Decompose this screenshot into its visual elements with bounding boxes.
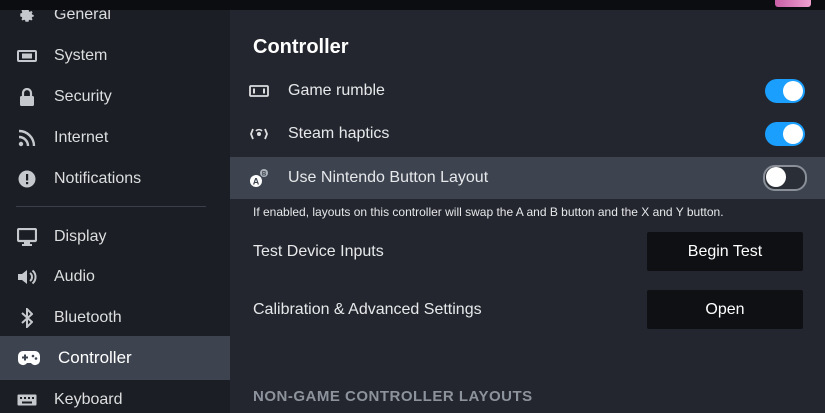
system-icon (0, 49, 54, 62)
sidebar-item-system[interactable]: System (0, 35, 230, 76)
sidebar-item-audio[interactable]: Audio (0, 256, 230, 297)
sidebar-item-security[interactable]: Security (0, 76, 230, 117)
monitor-icon (0, 227, 54, 246)
game-rumble-toggle[interactable] (765, 79, 805, 103)
sidebar-item-label: Notifications (54, 169, 142, 187)
nintendo-layout-row[interactable]: AB Use Nintendo Button Layout (230, 157, 825, 199)
wifi-icon (0, 129, 54, 147)
game-rumble-row: Game rumble (230, 70, 825, 112)
begin-test-button[interactable]: Begin Test (647, 232, 803, 271)
alert-icon (0, 170, 54, 188)
sidebar-item-label: Bluetooth (54, 308, 122, 326)
svg-text:A: A (253, 177, 260, 187)
page-title: Controller (253, 36, 349, 58)
sidebar-item-bluetooth[interactable]: Bluetooth (0, 297, 230, 338)
controller-settings-panel: Controller Game rumble Steam haptics AB … (230, 10, 825, 413)
open-calibration-button[interactable]: Open (647, 290, 803, 329)
toggle-knob (766, 167, 786, 187)
nintendo-layout-label: Use Nintendo Button Layout (288, 169, 489, 186)
nintendo-layout-toggle[interactable] (763, 165, 807, 191)
avatar[interactable] (775, 0, 811, 7)
lock-icon (0, 87, 54, 106)
steam-haptics-row: Steam haptics (230, 113, 825, 155)
svg-text:B: B (262, 172, 267, 178)
toggle-knob (783, 124, 803, 144)
nintendo-layout-description: If enabled, layouts on this controller w… (253, 205, 724, 219)
sidebar-item-keyboard[interactable]: Keyboard (0, 379, 230, 413)
test-inputs-label: Test Device Inputs (253, 242, 384, 260)
settings-sidebar: General System Security Internet Notific… (0, 0, 230, 413)
steam-haptics-label: Steam haptics (288, 125, 390, 142)
calibration-label: Calibration & Advanced Settings (253, 300, 482, 318)
sidebar-item-label: Keyboard (54, 390, 123, 408)
top-bar (0, 0, 825, 10)
toggle-knob (783, 81, 803, 101)
sidebar-item-label: System (54, 46, 108, 64)
gamepad-icon (0, 350, 58, 366)
rumble-icon (230, 85, 288, 97)
keyboard-icon (0, 394, 54, 406)
sidebar-divider (16, 206, 206, 207)
sidebar-item-label: Security (54, 87, 112, 105)
haptics-icon (230, 127, 288, 141)
sidebar-item-label: Display (54, 227, 107, 245)
sidebar-item-internet[interactable]: Internet (0, 117, 230, 158)
bluetooth-icon (0, 307, 54, 328)
sidebar-item-label: Internet (54, 128, 109, 146)
sidebar-item-notifications[interactable]: Notifications (0, 158, 230, 199)
sidebar-item-display[interactable]: Display (0, 216, 230, 257)
sidebar-item-controller[interactable]: Controller (0, 336, 230, 380)
speaker-icon (0, 269, 54, 285)
sidebar-item-label: Controller (58, 348, 132, 367)
section-header: NON-GAME CONTROLLER LAYOUTS (253, 388, 533, 405)
ab-button-icon: AB (230, 168, 288, 188)
game-rumble-label: Game rumble (288, 82, 385, 99)
steam-haptics-toggle[interactable] (765, 122, 805, 146)
sidebar-item-label: Audio (54, 267, 95, 285)
